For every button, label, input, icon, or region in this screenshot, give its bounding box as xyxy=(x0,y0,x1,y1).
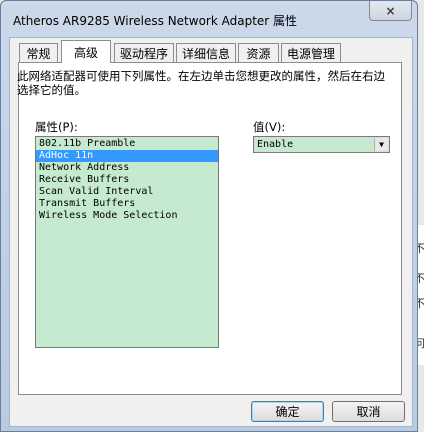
property-item[interactable]: Scan Valid Interval xyxy=(36,186,218,198)
ok-button[interactable]: 确定 xyxy=(251,401,324,422)
property-list[interactable]: 802.11b Preamble AdHoc 11n Network Addre… xyxy=(35,136,219,348)
property-item[interactable]: Receive Buffers xyxy=(36,174,218,186)
tab-details[interactable]: 详细信息 xyxy=(176,43,236,63)
close-icon: × xyxy=(385,3,396,18)
property-item-selected[interactable]: AdHoc 11n xyxy=(36,150,218,162)
tab-general[interactable]: 常规 xyxy=(19,43,58,63)
property-item[interactable]: Network Address xyxy=(36,162,218,174)
property-item[interactable]: 802.11b Preamble xyxy=(36,138,218,150)
window-title: Atheros AR9285 Wireless Network Adapter … xyxy=(13,14,298,28)
close-button[interactable]: × xyxy=(369,1,412,21)
properties-dialog: Atheros AR9285 Wireless Network Adapter … xyxy=(0,0,418,432)
tab-power-management[interactable]: 电源管理 xyxy=(281,43,341,63)
property-item[interactable]: Transmit Buffers xyxy=(36,198,218,210)
tab-advanced[interactable]: 高级 xyxy=(61,40,111,63)
dropdown-arrow-icon[interactable]: ▼ xyxy=(374,138,388,151)
cancel-button[interactable]: 取消 xyxy=(332,401,405,422)
value-dropdown[interactable]: Enable ▼ xyxy=(253,136,390,153)
advanced-description: 此网络适配器可使用下列属性。在左边单击您想更改的属性，然后在右边选择它的值。 xyxy=(17,69,385,97)
property-item[interactable]: Wireless Mode Selection xyxy=(36,210,218,222)
value-label: 值(V): xyxy=(253,120,286,134)
tab-resources[interactable]: 资源 xyxy=(238,43,279,63)
value-dropdown-text: Enable xyxy=(257,139,294,150)
property-label: 属性(P): xyxy=(35,120,78,134)
tab-driver[interactable]: 驱动程序 xyxy=(114,43,174,63)
